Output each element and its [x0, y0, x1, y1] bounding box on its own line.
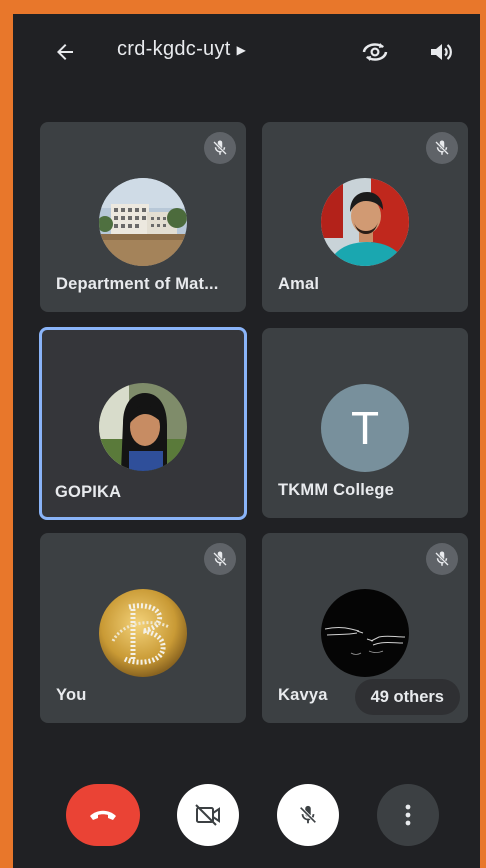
- camera-off-icon: [195, 804, 220, 826]
- participant-name: Amal: [278, 275, 320, 293]
- end-call-button[interactable]: [66, 784, 140, 846]
- mic-muted-badge: [426, 132, 458, 164]
- mic-off-icon: [299, 805, 317, 824]
- end-call-icon: [90, 810, 116, 820]
- mic-muted-badge: [204, 543, 236, 575]
- back-arrow-icon: [57, 44, 73, 60]
- back-button[interactable]: [49, 36, 81, 68]
- participant-tile[interactable]: T TKMM College: [262, 328, 468, 518]
- golden-logo: [99, 589, 187, 677]
- building-photo: [99, 178, 187, 266]
- person-photo: [99, 383, 187, 471]
- call-controls: [13, 784, 480, 854]
- camera-toggle-button[interactable]: [177, 784, 239, 846]
- sketch-hands: [321, 589, 409, 677]
- mic-muted-badge: [204, 132, 236, 164]
- participant-tile[interactable]: Amal: [262, 122, 468, 312]
- participant-name: TKMM College: [278, 481, 395, 499]
- mic-off-icon: [213, 140, 227, 155]
- more-options-button[interactable]: [377, 784, 439, 846]
- switch-camera-button[interactable]: [358, 36, 392, 68]
- participant-tile[interactable]: Department of Mat...: [40, 122, 246, 312]
- speaker-button[interactable]: [425, 36, 457, 68]
- letter-avatar: T: [321, 384, 409, 472]
- speaker-icon: [431, 44, 452, 60]
- mic-muted-badge: [426, 543, 458, 575]
- avatar: [99, 178, 187, 266]
- participant-tile-active-speaker[interactable]: GOPIKA: [39, 327, 247, 520]
- avatar: [321, 589, 409, 677]
- meeting-title-button[interactable]: crd-kgdc-uyt ▶: [117, 38, 246, 61]
- participant-name: You: [56, 686, 87, 704]
- participant-name: Kavya: [278, 686, 328, 704]
- microphone-toggle-button[interactable]: [277, 784, 339, 846]
- avatar: [321, 178, 409, 266]
- switch-camera-icon: [362, 43, 388, 61]
- participant-name: Department of Mat...: [56, 275, 219, 293]
- participant-tile-self[interactable]: You: [40, 533, 246, 723]
- meet-screen: crd-kgdc-uyt ▶ Department of Mat... Amal…: [13, 14, 480, 868]
- mic-off-icon: [435, 140, 449, 155]
- top-bar: crd-kgdc-uyt ▶: [13, 14, 480, 86]
- more-vert-icon: [405, 804, 411, 826]
- mic-off-icon: [435, 551, 449, 566]
- person-photo: [321, 178, 409, 266]
- participant-tile[interactable]: Kavya 49 others: [262, 533, 468, 723]
- meeting-code: crd-kgdc-uyt: [117, 38, 231, 60]
- avatar: [99, 383, 187, 471]
- others-count-chip[interactable]: 49 others: [354, 679, 460, 715]
- participant-name: GOPIKA: [55, 483, 122, 501]
- caret-right-icon: ▶: [236, 42, 246, 57]
- mic-off-icon: [213, 551, 227, 566]
- avatar: [99, 589, 187, 677]
